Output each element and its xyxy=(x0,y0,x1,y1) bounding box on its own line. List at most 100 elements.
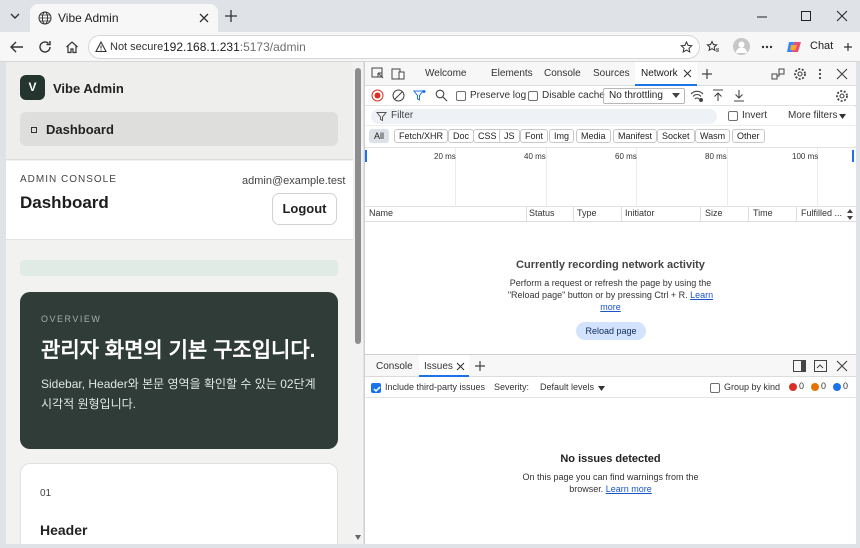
empty-text: Perform a request or refresh the page by… xyxy=(507,278,714,312)
more-options-icon[interactable] xyxy=(818,68,822,80)
sidebar: V Vibe Admin Dashboard xyxy=(6,62,353,160)
favorites-icon[interactable] xyxy=(706,40,720,54)
overview-hero: OVERVIEW 관리자 화면의 기본 구조입니다. Sidebar, Head… xyxy=(20,292,338,449)
inspect-icon[interactable] xyxy=(371,67,385,81)
sort-icon[interactable] xyxy=(847,209,853,220)
devtools-panel: Welcome Elements Console Sources Network xyxy=(364,62,856,544)
tab-list-chevron-icon[interactable] xyxy=(8,9,22,23)
sidebar-item-dashboard[interactable]: Dashboard xyxy=(20,112,338,146)
chip-other[interactable]: Other xyxy=(732,129,765,143)
device-toolbar-icon[interactable] xyxy=(391,67,405,81)
refresh-icon[interactable] xyxy=(38,40,52,54)
browser-toolbar: Not secure 192.168.1.231:5173/admin Chat xyxy=(0,32,860,62)
home-icon[interactable] xyxy=(65,40,79,54)
clear-icon[interactable] xyxy=(392,89,405,102)
no-issues-text: On this page you can find warnings from … xyxy=(522,472,699,494)
search-icon[interactable] xyxy=(435,89,448,102)
chip-css[interactable]: CSS xyxy=(473,129,502,143)
col-fulfilled[interactable]: Fulfilled ... xyxy=(801,208,842,218)
col-size[interactable]: Size xyxy=(705,208,723,218)
sidebar-toggle-icon[interactable] xyxy=(842,41,854,53)
add-tab-icon[interactable] xyxy=(701,68,713,80)
minimize-icon[interactable] xyxy=(756,11,768,23)
close-window-icon[interactable] xyxy=(836,10,848,22)
filter-input[interactable]: Filter xyxy=(371,109,717,124)
more-icon[interactable] xyxy=(761,45,773,49)
network-empty-state: Currently recording network activity Per… xyxy=(365,222,856,354)
new-tab-icon[interactable] xyxy=(224,9,238,23)
tab-network-label: Network xyxy=(641,68,678,79)
warning-icon[interactable] xyxy=(95,41,107,53)
col-initiator[interactable]: Initiator xyxy=(625,208,655,218)
filter-toggle-icon[interactable] xyxy=(413,89,426,102)
address-bar[interactable]: Not secure 192.168.1.231:5173/admin xyxy=(88,35,700,59)
col-name[interactable]: Name xyxy=(369,208,393,218)
preserve-log-checkbox[interactable] xyxy=(456,91,466,101)
settings-gear-icon[interactable] xyxy=(793,67,807,81)
copilot-icon[interactable] xyxy=(786,39,802,55)
network-timeline[interactable]: 20 ms 40 ms 60 ms 80 ms 100 ms xyxy=(365,147,856,208)
header-eyebrow: ADMIN CONSOLE xyxy=(20,174,117,185)
issues-empty-state: No issues detected On this page you can … xyxy=(365,355,856,545)
col-status[interactable]: Status xyxy=(529,208,555,218)
tab-sources[interactable]: Sources xyxy=(593,68,630,79)
chip-js[interactable]: JS xyxy=(499,129,520,143)
record-icon[interactable] xyxy=(371,89,384,102)
hero-eyebrow: OVERVIEW xyxy=(41,314,102,324)
logout-button[interactable]: Logout xyxy=(272,193,337,225)
hero-title: 관리자 화면의 기본 구조입니다. xyxy=(41,339,316,362)
throttling-select[interactable]: No throttling xyxy=(603,88,685,104)
reload-page-button[interactable]: Reload page xyxy=(576,322,646,340)
tick-label: 100 ms xyxy=(792,152,819,161)
connect-icon[interactable] xyxy=(771,67,785,81)
chip-socket[interactable]: Socket xyxy=(657,129,695,143)
tab-network[interactable]: Network xyxy=(635,62,697,86)
chat-label[interactable]: Chat xyxy=(810,40,833,52)
notice-band xyxy=(20,260,338,276)
maximize-icon[interactable] xyxy=(800,10,812,22)
page-scrollbar[interactable] xyxy=(353,62,363,544)
chip-all[interactable]: All xyxy=(369,129,390,143)
back-icon[interactable] xyxy=(10,40,24,54)
close-tab-icon[interactable] xyxy=(683,69,692,78)
col-type[interactable]: Type xyxy=(577,208,597,218)
preserve-log-label: Preserve log xyxy=(470,90,527,101)
more-filters-button[interactable]: More filters xyxy=(788,110,837,121)
chip-manifest[interactable]: Manifest xyxy=(613,129,658,143)
profile-avatar[interactable] xyxy=(733,38,750,55)
invert-checkbox[interactable] xyxy=(728,111,738,121)
chip-font[interactable]: Font xyxy=(520,129,549,143)
browser-tab[interactable]: Vibe Admin xyxy=(30,4,218,32)
col-time[interactable]: Time xyxy=(753,208,773,218)
import-har-icon[interactable] xyxy=(712,89,724,102)
tick-label: 60 ms xyxy=(615,152,637,161)
tab-elements[interactable]: Elements xyxy=(491,68,533,79)
timeline-cursor-end xyxy=(852,150,854,162)
issues-learn-more-link[interactable]: Learn more xyxy=(606,484,652,494)
security-label: Not secure xyxy=(110,41,164,53)
card-number: 01 xyxy=(40,488,52,499)
chip-media[interactable]: Media xyxy=(576,129,611,143)
scrollbar-thumb[interactable] xyxy=(355,68,361,344)
card-title: Header xyxy=(40,522,88,538)
tab-welcome[interactable]: Welcome xyxy=(425,68,467,79)
brand-logo: V xyxy=(20,75,45,100)
scroll-down-icon[interactable] xyxy=(355,535,361,540)
chip-doc[interactable]: Doc xyxy=(448,129,475,143)
close-tab-icon[interactable] xyxy=(198,12,210,24)
sidebar-item-label: Dashboard xyxy=(46,122,114,137)
export-har-icon[interactable] xyxy=(733,89,745,102)
network-settings-gear-icon[interactable] xyxy=(835,89,849,103)
square-icon xyxy=(31,127,37,133)
disable-cache-checkbox[interactable] xyxy=(528,91,538,101)
tick-label: 80 ms xyxy=(705,152,727,161)
tab-console[interactable]: Console xyxy=(544,68,581,79)
chip-wasm[interactable]: Wasm xyxy=(695,129,731,143)
close-devtools-icon[interactable] xyxy=(836,68,848,80)
network-conditions-icon[interactable] xyxy=(690,89,704,103)
chip-fetch-xhr[interactable]: Fetch/XHR xyxy=(394,129,449,143)
more-filters-arrow-icon xyxy=(839,114,846,119)
favorite-star-icon[interactable] xyxy=(680,41,693,54)
chip-img[interactable]: Img xyxy=(549,129,575,143)
devtools-drawer: Console Issues Include third-party issue… xyxy=(365,354,856,544)
